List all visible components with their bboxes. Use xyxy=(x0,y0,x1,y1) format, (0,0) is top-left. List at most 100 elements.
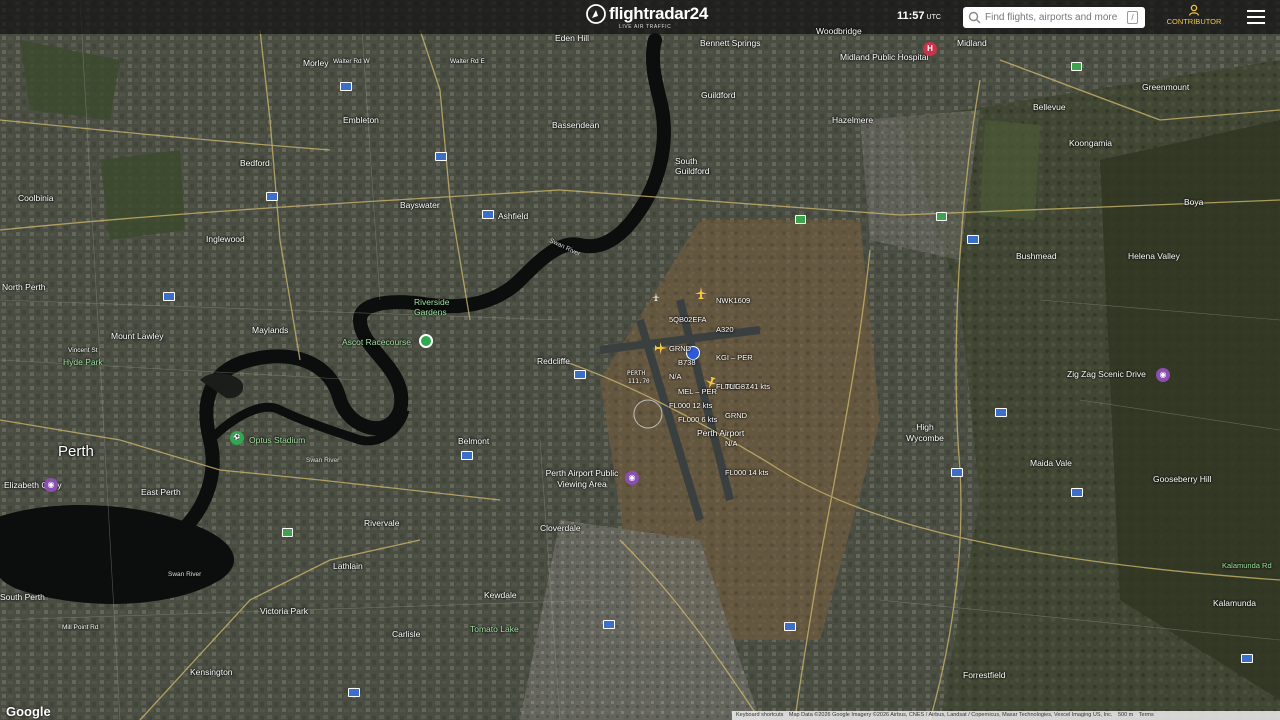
map-data-attribution: Map Data ©2026 Google Imagery ©2026 Airb… xyxy=(788,712,1113,718)
flight-callsign: TUG87 xyxy=(725,382,750,391)
route-shield xyxy=(1241,654,1253,663)
clock-time: 11:57 xyxy=(897,10,925,22)
brand-name: flightradar24 xyxy=(609,4,709,23)
flight-alt-speed: FL000 6 kts xyxy=(678,415,718,424)
place-label: Eden Hill xyxy=(555,33,590,43)
route-shield xyxy=(340,82,352,91)
airport-frequency-label: 111.70 xyxy=(628,378,650,385)
place-label: Bassendean xyxy=(552,120,600,130)
route-shield xyxy=(574,370,586,379)
place-label: Mill Point Rd xyxy=(62,624,99,631)
place-label: Bayswater xyxy=(400,200,440,210)
place-label: South Guildford xyxy=(675,156,710,176)
flightradar24-logo[interactable]: flightradar24 LIVE AIR TRAFFIC xyxy=(586,4,709,30)
flight-type: A320 xyxy=(716,324,734,334)
flight-label-b738[interactable]: B738 MEL – PER FL000 6 kts xyxy=(678,339,717,434)
place-label: Helena Valley xyxy=(1128,251,1180,261)
place-label: Maylands xyxy=(252,325,289,335)
place-label: Kensington xyxy=(190,667,233,677)
place-label: Midland xyxy=(957,38,987,48)
route-shield xyxy=(435,152,447,161)
flight-callsign: 5QB02EFA xyxy=(669,315,707,324)
clock-zone: UTC xyxy=(926,14,941,21)
route-shield xyxy=(1071,62,1082,71)
place-label: Belmont xyxy=(458,436,490,446)
place-label: Boya xyxy=(1184,197,1204,207)
place-label: Greenmount xyxy=(1142,82,1190,92)
place-label: North Perth xyxy=(2,282,46,292)
radar-logo-icon xyxy=(586,4,606,24)
flight-route: KGI – PER xyxy=(716,353,753,362)
route-shield xyxy=(348,688,360,697)
user-icon xyxy=(1188,4,1200,16)
place-label: Optus Stadium xyxy=(249,435,306,445)
route-shield xyxy=(482,210,494,219)
map-attribution-bar: Keyboard shortcuts Map Data ©2026 Google… xyxy=(732,711,1280,720)
place-label: South Perth xyxy=(0,592,45,602)
place-label: Walter Rd W xyxy=(333,58,370,65)
route-shield xyxy=(951,468,963,477)
stadium-icon[interactable]: ⚽ xyxy=(230,431,244,445)
elizabeth-quay-camera-icon[interactable]: ◉ xyxy=(44,478,58,492)
place-label: Vincent St xyxy=(68,347,98,354)
utc-clock: 11:57 UTC xyxy=(897,10,941,22)
place-label: Bedford xyxy=(240,158,270,168)
brand-tagline: LIVE AIR TRAFFIC xyxy=(619,24,672,30)
route-shield xyxy=(784,622,796,631)
place-label: Zig Zag Scenic Drive xyxy=(1067,369,1146,379)
terms-link[interactable]: Terms xyxy=(1139,712,1154,718)
place-label: Ashfield xyxy=(498,211,529,221)
river-label: Swan River xyxy=(306,457,340,464)
search-shortcut-key: / xyxy=(1127,11,1138,24)
hospital-icon[interactable]: H xyxy=(923,42,937,56)
place-label: Cloverdale xyxy=(540,523,581,533)
top-bar: flightradar24 LIVE AIR TRAFFIC 11:57 UTC … xyxy=(0,0,1280,34)
google-logo: Google xyxy=(6,704,51,719)
contributor-button[interactable]: CONTRIBUTOR xyxy=(1160,4,1228,26)
place-label: Perth xyxy=(58,443,94,460)
route-shield xyxy=(282,528,293,537)
place-label: Kalamunda Rd xyxy=(1222,561,1272,570)
flight-label-tug87[interactable]: TUG87 GRND N/A FL000 14 kts xyxy=(725,363,768,487)
place-label: Victoria Park xyxy=(260,606,309,616)
place-label: Kalamunda xyxy=(1213,598,1257,608)
satellite-map[interactable] xyxy=(0,0,1280,720)
flight-route: N/A xyxy=(725,439,738,448)
viewing-area-camera-icon[interactable]: ◉ xyxy=(625,471,639,485)
hamburger-menu-icon[interactable] xyxy=(1247,10,1265,24)
route-shield xyxy=(967,235,979,244)
place-label: Bennett Springs xyxy=(700,38,761,48)
search-box[interactable]: / xyxy=(963,7,1145,28)
route-shield xyxy=(603,620,615,629)
place-label: Riverside Gardens xyxy=(414,297,450,317)
flight-alt-speed: FL000 14 kts xyxy=(725,467,769,477)
flight-callsign: B738 xyxy=(678,358,696,367)
flight-type: MEL – PER xyxy=(678,386,717,396)
search-input[interactable] xyxy=(985,9,1125,26)
search-icon xyxy=(968,11,981,24)
place-label: Perth Airport Public Viewing Area xyxy=(545,468,619,489)
flight-callsign: NWK1609 xyxy=(716,296,751,305)
scale-label: 500 m xyxy=(1117,712,1134,718)
racecourse-icon[interactable] xyxy=(419,334,433,348)
scenic-drive-camera-icon[interactable]: ◉ xyxy=(1156,368,1170,382)
place-label: Coolbinia xyxy=(18,193,54,203)
route-shield xyxy=(995,408,1007,417)
aircraft-icon[interactable] xyxy=(652,293,660,301)
route-shield xyxy=(266,192,278,201)
aircraft-icon[interactable] xyxy=(655,342,667,354)
place-label: Embleton xyxy=(343,115,379,125)
place-label: Gooseberry Hill xyxy=(1153,474,1212,484)
place-label: Guildford xyxy=(701,90,736,100)
route-shield xyxy=(795,215,806,224)
place-label: Rivervale xyxy=(364,518,400,528)
place-label: Hyde Park xyxy=(63,357,103,367)
place-label: Redcliffe xyxy=(537,356,570,366)
place-label: Ascot Racecourse xyxy=(342,337,411,347)
route-shield xyxy=(936,212,947,221)
place-label: Walter Rd E xyxy=(450,58,485,65)
keyboard-shortcuts-link[interactable]: Keyboard shortcuts xyxy=(736,712,783,718)
place-label: Koongamia xyxy=(1069,138,1113,148)
route-shield xyxy=(461,451,473,460)
route-shield xyxy=(1071,488,1083,497)
